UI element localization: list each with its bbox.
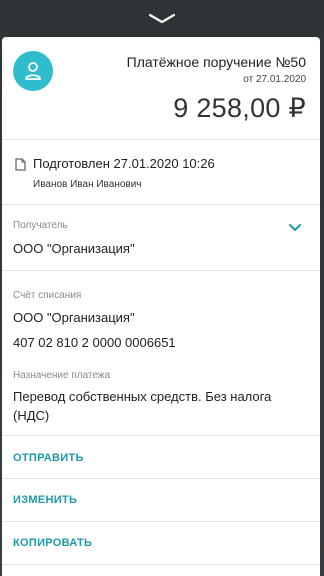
recipient-value: ООО "Организация" bbox=[13, 241, 135, 256]
collapse-chevron-icon[interactable] bbox=[148, 12, 176, 26]
divider bbox=[2, 139, 320, 140]
status-text: Подготовлен 27.01.2020 10:26 bbox=[33, 156, 215, 171]
purpose-text: Перевод собственных средств. Без налога … bbox=[13, 389, 272, 423]
author-name: Иванов Иван Иванович bbox=[33, 179, 142, 190]
send-button[interactable]: ОТПРАВИТЬ bbox=[13, 452, 84, 464]
chevron-down-icon[interactable] bbox=[288, 223, 302, 233]
edit-button[interactable]: ИЗМЕНИТЬ bbox=[13, 494, 77, 506]
divider bbox=[2, 478, 320, 479]
copy-button[interactable]: КОПИРОВАТЬ bbox=[13, 537, 92, 549]
document-title: Платёжное поручение №50 bbox=[126, 54, 306, 70]
document-icon bbox=[15, 158, 26, 171]
divider bbox=[2, 435, 320, 436]
debit-account-number: 407 02 810 2 0000 0006651 bbox=[13, 335, 176, 350]
payment-details-sheet: Платёжное поручение №50 от 27.01.2020 9 … bbox=[2, 37, 320, 576]
document-date: от 27.01.2020 bbox=[243, 74, 306, 85]
payment-amount: 9 258,00 ₽ bbox=[173, 93, 306, 123]
debit-account-label: Счёт списания bbox=[13, 290, 82, 301]
divider bbox=[2, 270, 320, 271]
avatar bbox=[13, 51, 53, 91]
user-icon bbox=[25, 62, 41, 80]
divider bbox=[2, 521, 320, 522]
purpose-label: Назначение платежа bbox=[13, 370, 111, 381]
recipient-label: Получатель bbox=[13, 220, 68, 231]
divider bbox=[2, 564, 320, 565]
divider bbox=[2, 204, 320, 205]
debit-account-name: ООО "Организация" bbox=[13, 310, 135, 325]
